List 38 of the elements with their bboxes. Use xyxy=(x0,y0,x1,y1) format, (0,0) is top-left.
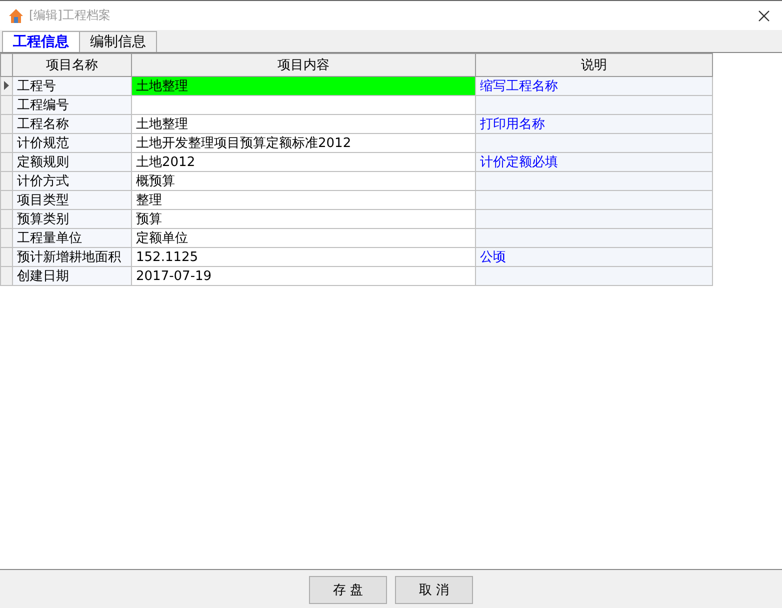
table-cell[interactable]: 概预算 xyxy=(132,172,476,190)
column-header: 项目内容 xyxy=(132,54,476,76)
table-cell[interactable]: 定额单位 xyxy=(132,228,476,248)
table-cell[interactable]: 土地整理 xyxy=(132,76,476,96)
table-cell: 计价方式 xyxy=(12,172,132,190)
table-cell[interactable]: 2017-07-19 xyxy=(132,266,476,286)
table-cell[interactable] xyxy=(132,96,476,114)
tab[interactable]: 编制信息 xyxy=(79,31,157,52)
table-cell: 计价规范 xyxy=(12,134,132,152)
column-header: 项目名称 xyxy=(12,54,132,76)
tab[interactable]: 工程信息 xyxy=(2,31,80,52)
table-cell: 缩写工程名称 xyxy=(476,76,712,96)
house-icon xyxy=(8,8,24,24)
row-indicator[interactable] xyxy=(0,76,12,96)
table-cell: 工程量单位 xyxy=(12,228,132,248)
dialog-button[interactable]: 存 盘 xyxy=(309,576,387,604)
table-cell: 计价定额必填 xyxy=(476,152,712,172)
window-title: [编辑]工程档案 xyxy=(29,7,110,24)
table-cell[interactable]: 整理 xyxy=(132,190,476,210)
table-cell: 工程编号 xyxy=(12,96,132,114)
table-cell: 预计新增耕地面积 xyxy=(12,248,132,266)
table-cell: 创建日期 xyxy=(12,266,132,286)
table-cell: 预算类别 xyxy=(12,210,132,228)
table-cell[interactable]: 预算 xyxy=(132,210,476,228)
column-header: 说明 xyxy=(476,54,712,76)
table-cell[interactable]: 152.1125 xyxy=(132,248,476,266)
table-cell[interactable]: 土地2012 xyxy=(132,152,476,172)
dialog-button[interactable]: 取 消 xyxy=(395,576,473,604)
table-cell[interactable]: 土地开发整理项目预算定额标准2012 xyxy=(132,134,476,152)
table-cell: 公顷 xyxy=(476,248,712,266)
table-cell[interactable]: 土地整理 xyxy=(132,114,476,134)
table-cell: 工程号 xyxy=(12,76,132,96)
table-cell: 定额规则 xyxy=(12,152,132,172)
table-cell: 打印用名称 xyxy=(476,114,712,134)
pointer-icon xyxy=(4,80,9,90)
table-cell: 工程名称 xyxy=(12,114,132,134)
close-icon[interactable] xyxy=(758,10,770,22)
table-cell: 项目类型 xyxy=(12,190,132,210)
